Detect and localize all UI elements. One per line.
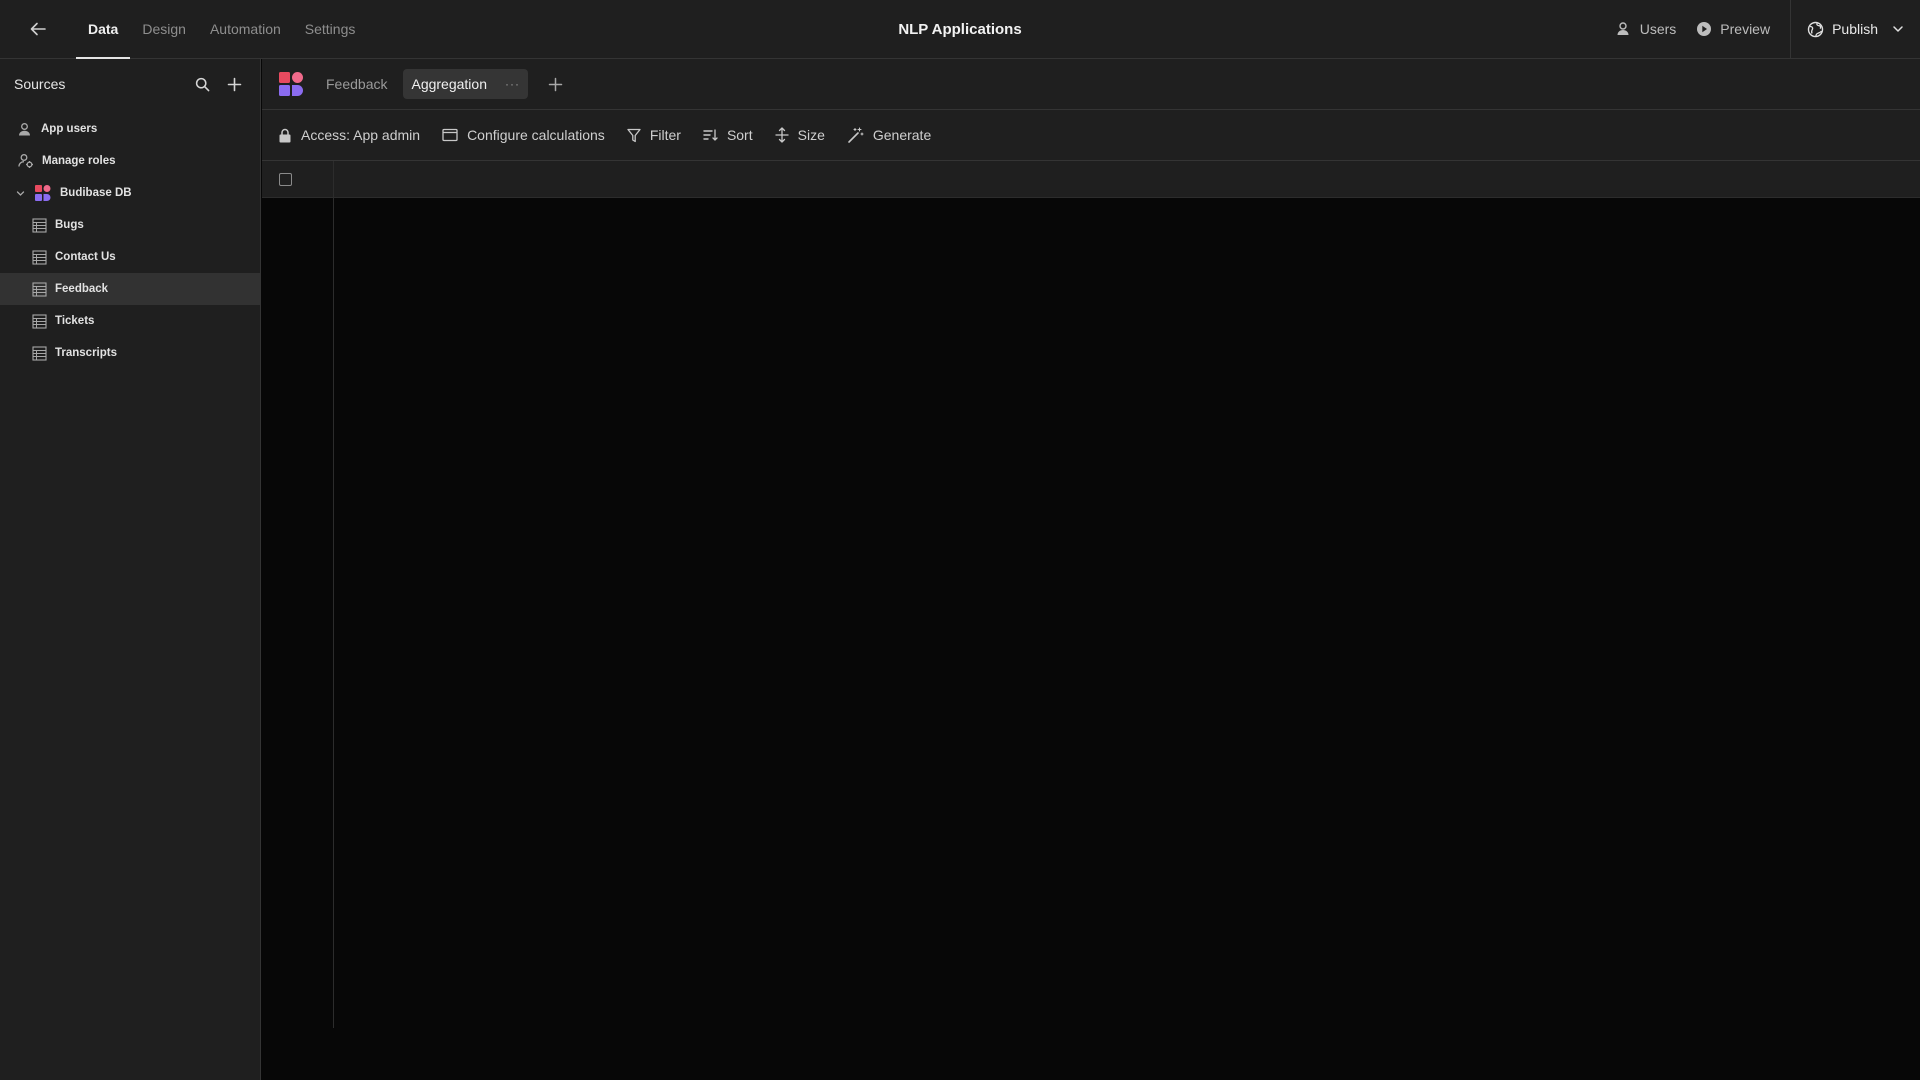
table-icon xyxy=(32,249,47,265)
users-icon xyxy=(1617,22,1629,35)
play-circle-icon xyxy=(1697,22,1712,36)
sidebar-item-label: Budibase DB xyxy=(60,187,132,199)
sidebar-item-label: Transcripts xyxy=(55,347,117,359)
table-icon xyxy=(32,313,47,329)
table-icon xyxy=(32,217,47,233)
grid-header xyxy=(262,161,1920,198)
publish-label: Publish xyxy=(1832,21,1878,37)
sources-title: Sources xyxy=(14,76,66,92)
size-label: Size xyxy=(797,127,825,143)
lock-icon xyxy=(279,128,291,142)
size-button[interactable]: Size xyxy=(774,127,825,143)
table-icon xyxy=(32,345,47,361)
select-all-cell xyxy=(262,161,334,197)
sources-header: Sources xyxy=(0,59,260,109)
tab-aggregation-label: Aggregation xyxy=(411,76,487,92)
configure-calculations-button[interactable]: Configure calculations xyxy=(442,127,605,143)
users-button[interactable]: Users xyxy=(1606,0,1687,58)
sidebar-item-label: Feedback xyxy=(55,283,109,295)
row-height-icon xyxy=(774,127,789,143)
search-icon xyxy=(195,77,209,91)
plus-icon xyxy=(227,77,241,91)
globe-icon xyxy=(1807,21,1824,37)
sidebar-item-label: Tickets xyxy=(55,315,95,327)
preview-label: Preview xyxy=(1720,21,1771,37)
access-label: Access: App admin xyxy=(301,127,421,143)
sort-icon xyxy=(703,129,718,141)
access-button[interactable]: Access: App admin xyxy=(278,127,420,143)
view-toolbar: Access: App admin Configure calculations… xyxy=(262,110,1920,161)
roles-icon xyxy=(18,154,33,168)
sidebar-item-contact-us[interactable]: Contact Us xyxy=(0,241,260,273)
tab-design[interactable]: Design xyxy=(130,0,198,58)
main-panel: Feedback Aggregation ··· Access: App adm… xyxy=(262,59,1920,1080)
sidebar-item-label: Contact Us xyxy=(55,251,116,263)
tab-data[interactable]: Data xyxy=(76,0,131,59)
configure-calculations-label: Configure calculations xyxy=(467,127,605,143)
arrow-left-icon xyxy=(30,22,46,36)
generate-label: Generate xyxy=(872,127,932,143)
sort-button[interactable]: Sort xyxy=(703,127,753,143)
back-button[interactable] xyxy=(0,0,76,58)
tab-aggregation[interactable]: Aggregation ··· xyxy=(403,69,528,99)
generate-button[interactable]: Generate xyxy=(847,126,932,144)
budibase-logo-icon xyxy=(279,72,303,96)
grid-body[interactable] xyxy=(262,198,1920,1028)
tab-automation[interactable]: Automation xyxy=(198,0,293,58)
tab-feedback[interactable]: Feedback xyxy=(318,69,395,99)
publish-section: Publish xyxy=(1790,0,1920,58)
user-icon xyxy=(19,122,30,135)
calculator-icon xyxy=(442,128,458,142)
search-sources-button[interactable] xyxy=(190,72,214,96)
add-view-button[interactable] xyxy=(542,71,568,97)
top-actions: Users Preview Publish xyxy=(1606,0,1920,58)
sidebar-item-budibase-db[interactable]: Budibase DB xyxy=(0,177,260,209)
sidebar-item-bugs[interactable]: Bugs xyxy=(0,209,260,241)
sidebar-item-label: Manage roles xyxy=(42,155,116,167)
top-bar: Data Design Automation Settings NLP Appl… xyxy=(0,0,1920,59)
sidebar-item-transcripts[interactable]: Transcripts xyxy=(0,337,260,369)
filter-icon xyxy=(627,128,641,142)
budibase-logo-icon xyxy=(35,185,51,201)
filter-label: Filter xyxy=(649,127,681,143)
magic-wand-icon xyxy=(848,126,864,143)
chevron-down-icon[interactable] xyxy=(1892,23,1904,35)
sidebar-item-app-users[interactable]: App users xyxy=(0,113,260,145)
row-gutter-column xyxy=(262,198,334,1028)
preview-button[interactable]: Preview xyxy=(1686,0,1780,58)
sort-label: Sort xyxy=(726,127,753,143)
table-icon xyxy=(32,281,47,297)
sidebar-item-label: App users xyxy=(41,123,98,135)
sources-list: App users Manage roles Budibase DB Bugs … xyxy=(0,113,260,369)
sources-sidebar: Sources App users Manage roles Budibase … xyxy=(0,59,261,1080)
plus-icon xyxy=(548,77,562,91)
publish-button[interactable]: Publish xyxy=(1807,0,1904,58)
view-tabbar: Feedback Aggregation ··· xyxy=(262,59,1920,110)
sidebar-item-label: Bugs xyxy=(55,219,84,231)
tab-settings[interactable]: Settings xyxy=(293,0,368,58)
add-source-button[interactable] xyxy=(222,72,246,96)
main-nav: Data Design Automation Settings xyxy=(76,0,368,59)
sidebar-item-tickets[interactable]: Tickets xyxy=(0,305,260,337)
users-label: Users xyxy=(1639,21,1677,37)
select-all-checkbox[interactable] xyxy=(279,172,292,186)
chevron-down-icon[interactable] xyxy=(14,189,26,198)
more-options-icon[interactable]: ··· xyxy=(505,77,520,91)
sidebar-item-manage-roles[interactable]: Manage roles xyxy=(0,145,260,177)
filter-button[interactable]: Filter xyxy=(627,127,681,143)
sidebar-item-feedback[interactable]: Feedback xyxy=(0,273,260,305)
